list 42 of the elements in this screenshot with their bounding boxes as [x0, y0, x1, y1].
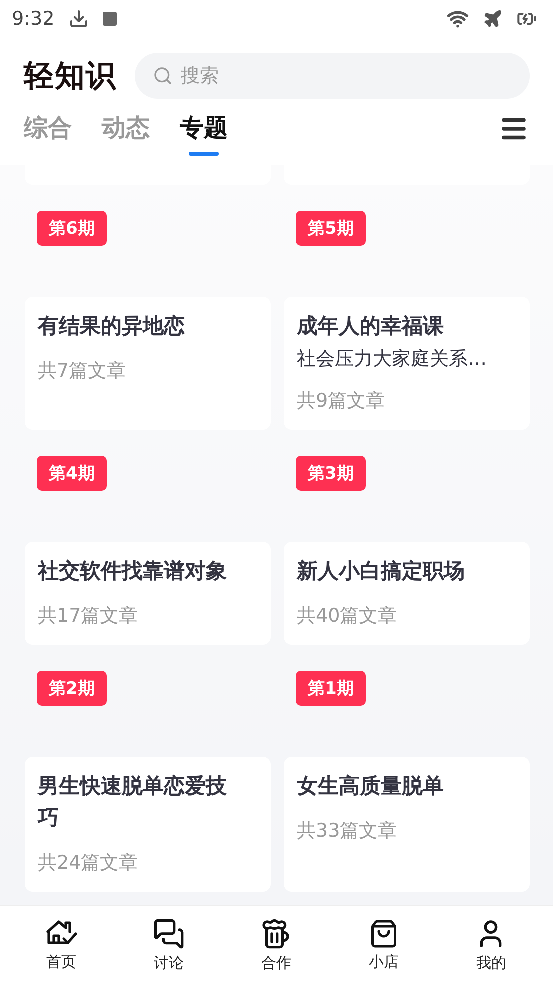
- topic-card[interactable]: 有结果的异地恋 共7篇文章: [25, 297, 271, 430]
- article-count: 共40篇文章: [297, 604, 398, 629]
- download-icon: [68, 9, 89, 29]
- topic-card[interactable]: 新人小白搞定职场 共40篇文章: [284, 542, 530, 645]
- tab[interactable]: 专题: [180, 112, 228, 156]
- topic-title: 有结果的异地恋: [38, 313, 186, 340]
- article-count: 共9篇文章: [297, 389, 386, 414]
- topic-card[interactable]: 成年人的幸福课 社会压力大家庭关系… 共9篇文章: [284, 297, 530, 430]
- search-field[interactable]: 搜索: [135, 53, 530, 99]
- app-logo: 轻知识: [24, 58, 117, 96]
- article-count: 共17篇文章: [38, 604, 140, 629]
- beer-mug-icon: [260, 918, 292, 950]
- search-icon: [153, 66, 173, 86]
- nav-item[interactable]: 我的: [451, 918, 532, 972]
- chat-bubbles-icon: [153, 918, 186, 950]
- status-time: 9:32: [12, 8, 55, 30]
- issue-badge: 第3期: [296, 456, 366, 491]
- nav-item[interactable]: 首页: [22, 918, 102, 972]
- article-count: 共7篇文章: [38, 359, 128, 384]
- notification-icon: [102, 12, 117, 26]
- issue-badge: 第4期: [37, 456, 107, 491]
- article-count: 共24篇文章: [38, 851, 140, 876]
- topic-card[interactable]: 男生快速脱单恋爱技巧 共24篇文章: [25, 757, 271, 892]
- topic-title: 新人小白搞定职场: [297, 558, 466, 585]
- topic-title: 社交软件找靠谱对象: [38, 558, 228, 585]
- issue-badge: 第5期: [296, 211, 366, 246]
- article-count: 共33篇文章: [297, 819, 398, 844]
- wifi-icon: [447, 8, 469, 30]
- nav-item[interactable]: 合作: [236, 918, 316, 972]
- topic-subtitle: 社会压力大家庭关系…: [297, 347, 488, 372]
- topic-title: 女生高质量脱单: [297, 773, 445, 800]
- airplane-icon: [483, 9, 503, 29]
- nav-item[interactable]: 讨论: [129, 918, 210, 972]
- issue-badge: 第6期: [37, 211, 107, 246]
- shopping-bag-icon: [368, 918, 399, 948]
- topic-card[interactable]: 女生高质量脱单 共33篇文章: [284, 757, 530, 892]
- issue-badge: 第1期: [296, 671, 366, 706]
- topic-card[interactable]: 社交软件找靠谱对象 共17篇文章: [25, 542, 271, 645]
- nav-item[interactable]: 小店: [344, 918, 424, 972]
- topic-title: 成年人的幸福课: [297, 313, 445, 340]
- topic-title: 男生快速脱单恋爱技巧: [38, 773, 228, 832]
- issue-badge: 第2期: [37, 671, 107, 706]
